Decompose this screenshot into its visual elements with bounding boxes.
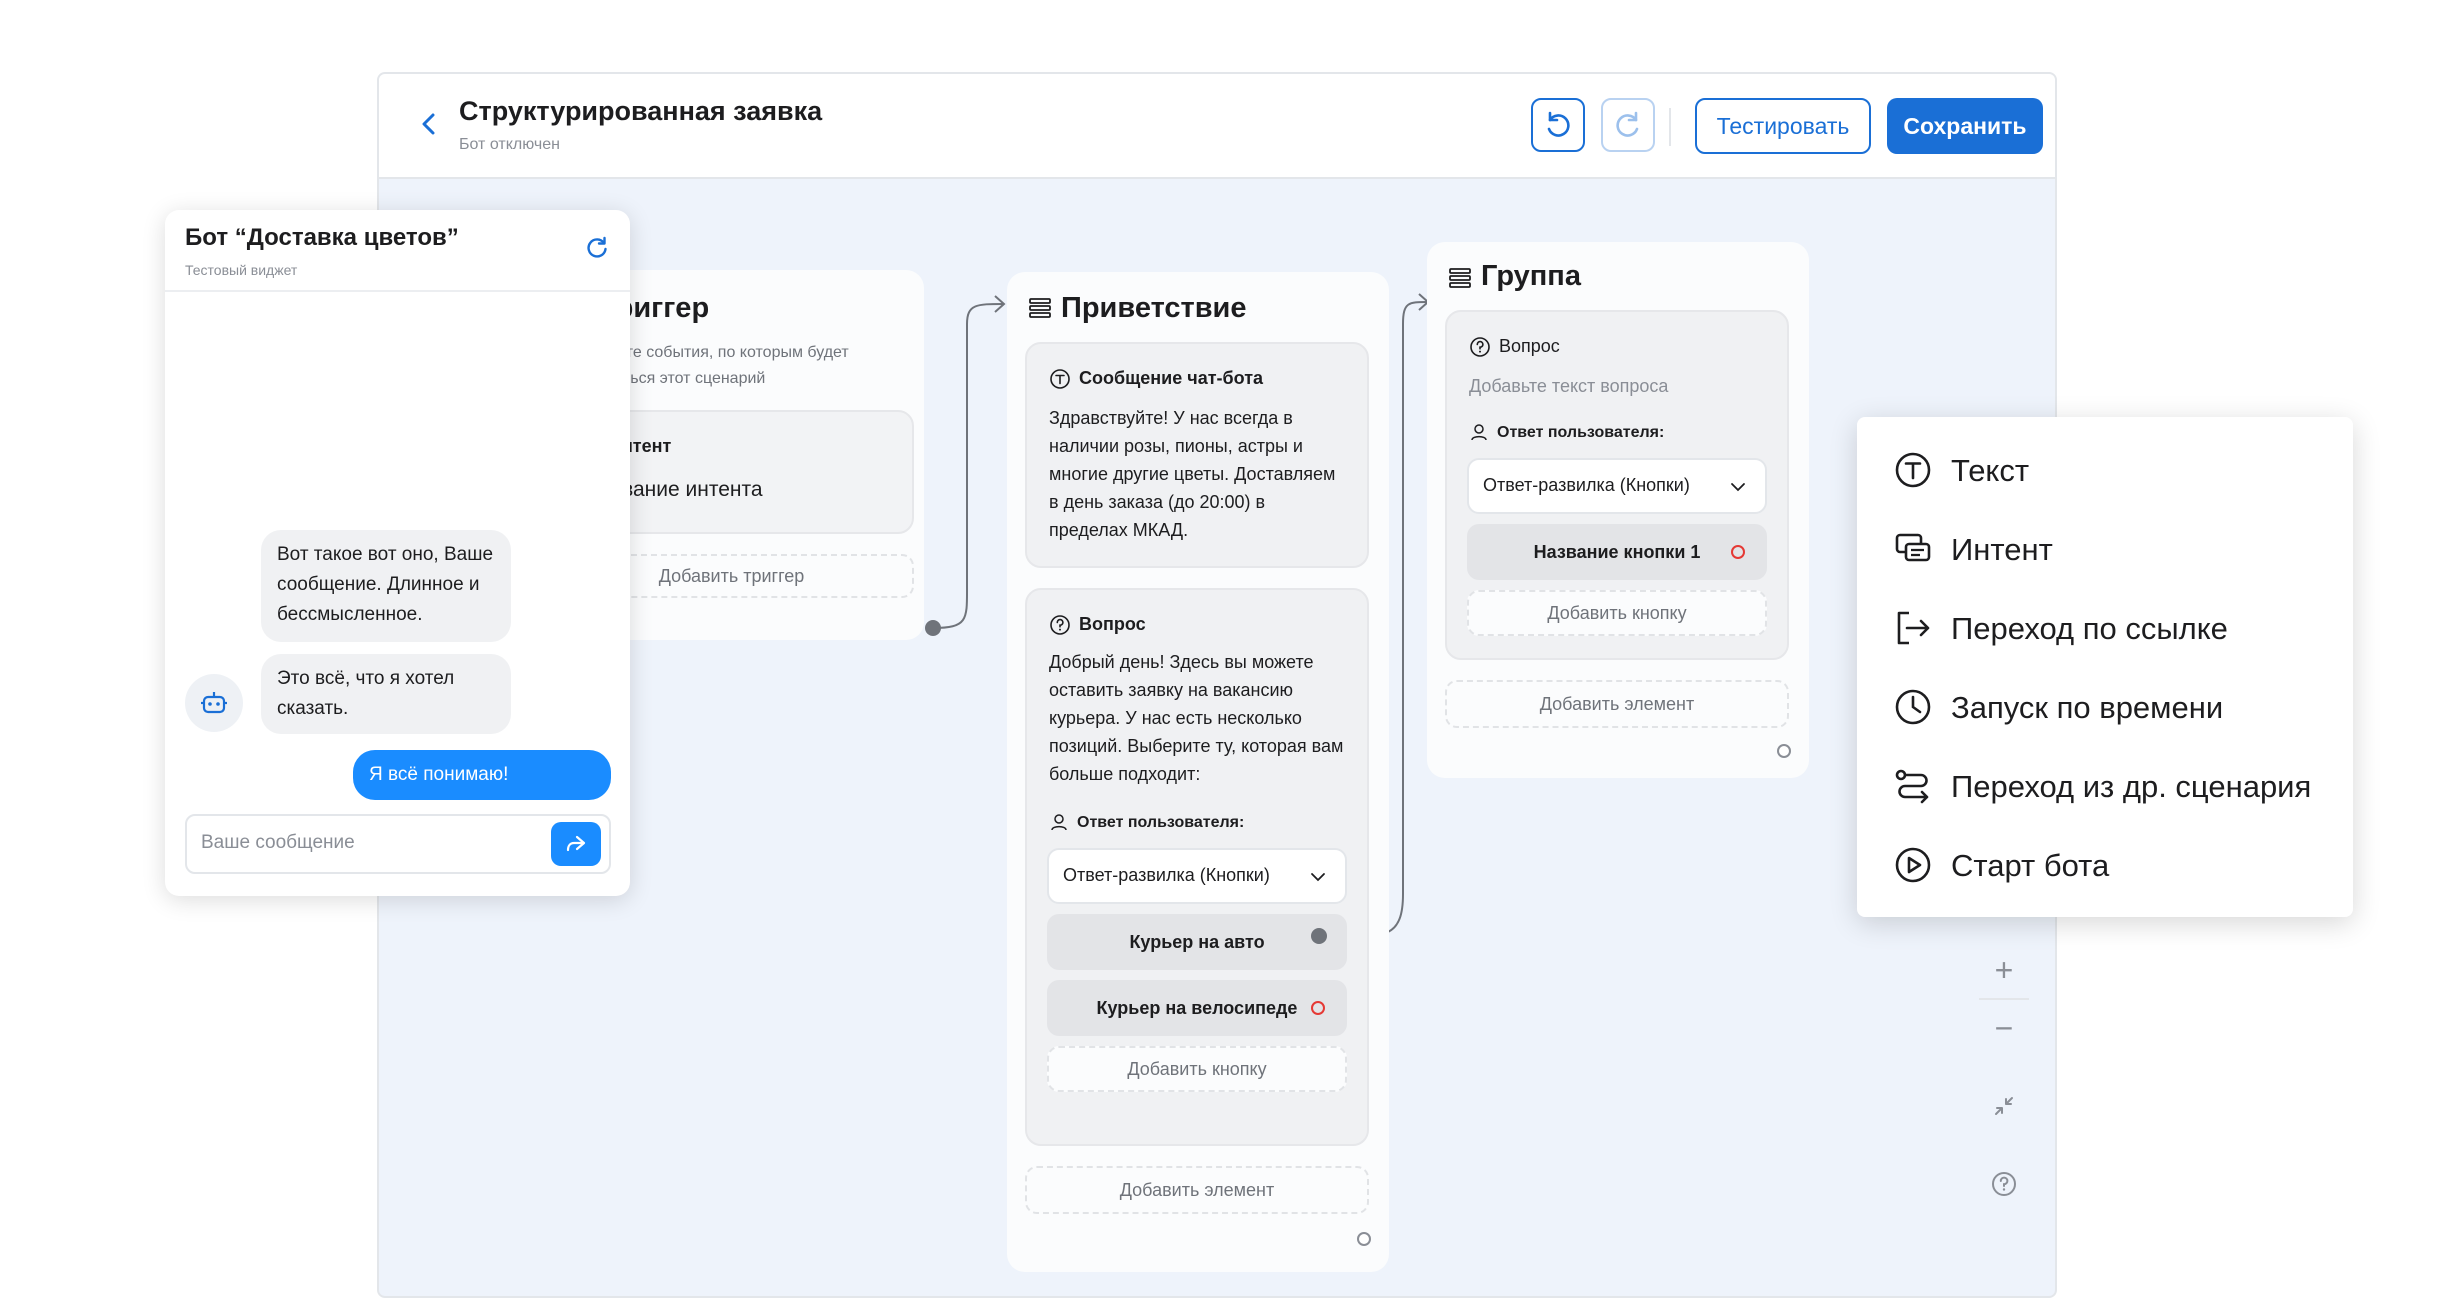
chat-title: Бот “Доставка цветов” (185, 224, 459, 251)
trigger-node[interactable]: Триггер ерите события, по которым будет … (549, 270, 924, 640)
route-icon (1895, 769, 1929, 804)
refresh-icon[interactable] (583, 234, 611, 262)
question-line: больше подходит: (1049, 764, 1201, 784)
bot-message-bubble: Это всё, что я хотел сказать. (261, 654, 511, 734)
zoom-in-button[interactable]: + (1971, 942, 2037, 998)
answer-type-value: Ответ-развилка (Кнопки) (1063, 865, 1270, 885)
user-message-bubble: Я всё понимаю! Спасибо. (353, 750, 611, 835)
add-element-menu: Текст Интент Переход по ссылке Запуск по… (1857, 417, 2353, 917)
menu-item-bot-start[interactable]: Старт бота (1893, 840, 2333, 890)
answer-type-select[interactable]: Ответ-развилка (Кнопки) (1467, 458, 1767, 514)
message-line: многие другие цветы. Доставляем (1049, 464, 1336, 484)
add-button-button[interactable]: Добавить кнопку (1047, 1046, 1347, 1092)
answer-button-label: Название кнопки 1 (1533, 542, 1701, 562)
group-question-label: Вопрос (1499, 336, 1560, 356)
message-line: наличии розы, пионы, астры и (1049, 436, 1303, 456)
node-output-port[interactable] (1357, 1232, 1371, 1246)
text-icon (1050, 369, 1070, 389)
add-button-button[interactable]: Добавить кнопку (1467, 590, 1767, 636)
menu-item-label: Старт бота (1951, 848, 2110, 883)
chat-header-divider (165, 290, 630, 292)
menu-item-link-exit[interactable]: Переход по ссылке (1893, 603, 2333, 653)
greeting-node[interactable]: Приветствие Сообщение чат-бота Здравству… (1007, 272, 1389, 1272)
answer-button-courier-bike[interactable]: Курьер на велосипеде (1047, 980, 1347, 1036)
menu-item-label: Переход из др. сценария (1951, 769, 2312, 804)
answer-button-1[interactable]: Название кнопки 1 (1467, 524, 1767, 580)
menu-item-schedule[interactable]: Запуск по времени (1893, 682, 2333, 732)
send-icon (566, 835, 586, 852)
send-button[interactable] (551, 822, 601, 866)
question-text-placeholder[interactable]: Добавьте текст вопроса (1469, 372, 1668, 400)
group-title: Группа (1481, 260, 1581, 292)
answer-type-value: Ответ-развилка (Кнопки) (1483, 475, 1690, 495)
message-line: в день заказа (до 20:00) в (1049, 492, 1266, 512)
group-node[interactable]: Группа Вопрос Добавьте текст вопроса Отв… (1427, 242, 1809, 778)
zoom-out-button[interactable]: − (1971, 1000, 2037, 1056)
node-output-port[interactable] (1777, 744, 1791, 758)
bot-message-card[interactable]: Сообщение чат-бота Здравствуйте! У нас в… (1025, 342, 1369, 568)
chat-widget: Бот “Доставка цветов” Тестовый виджет Во… (165, 210, 630, 896)
answer-type-select[interactable]: Ответ-развилка (Кнопки) (1047, 848, 1347, 904)
courier-car-output-port[interactable] (1311, 928, 1327, 944)
trigger-description-line1: ерите события, по которым будет (599, 344, 849, 361)
question-icon (1470, 337, 1490, 357)
question-label: Вопрос (1079, 614, 1146, 634)
user-icon (1471, 424, 1487, 441)
question-line: оставить заявку на вакансию (1049, 680, 1294, 700)
chat-input-placeholder: Ваше сообщение (201, 832, 355, 853)
question-line: позиций. Выберите ту, которая вам (1049, 736, 1344, 756)
zoom-controls: + − (1971, 942, 2037, 1225)
menu-item-label: Запуск по времени (1951, 690, 2224, 725)
link-exit-icon (1897, 611, 1930, 645)
chat-subtitle: Тестовый виджет (185, 262, 298, 278)
question-line: курьера. У нас есть несколько (1049, 708, 1302, 728)
bot-avatar (185, 674, 243, 732)
answer-label: Ответ пользователя: (1077, 814, 1245, 831)
add-element-button[interactable]: Добавить элемент (1445, 680, 1789, 728)
user-icon (1051, 814, 1067, 831)
answer-button-label: Курьер на авто (1129, 932, 1265, 952)
bot-message-bubble: Вот такое вот оно, Ваше сообщение. Длинн… (261, 530, 511, 642)
menu-item-label: Переход по ссылке (1951, 611, 2228, 646)
message-line: пределах МКАД. (1049, 520, 1189, 540)
intent-icon (1895, 533, 1931, 562)
clock-icon (1895, 689, 1931, 725)
bot-message-label: Сообщение чат-бота (1079, 368, 1264, 388)
menu-item-from-scenario[interactable]: Переход из др. сценария (1893, 761, 2333, 811)
question-icon (1050, 615, 1070, 635)
add-element-button[interactable]: Добавить элемент (1025, 1166, 1369, 1214)
text-icon (1895, 452, 1931, 488)
answer-button-courier-car[interactable]: Курьер на авто (1047, 914, 1347, 970)
unconnected-port[interactable] (1311, 1001, 1325, 1015)
chevron-down-icon (1311, 873, 1325, 882)
unconnected-port[interactable] (1731, 545, 1745, 559)
message-line: Здравствуйте! У нас всегда в (1049, 408, 1293, 428)
greeting-title: Приветствие (1061, 292, 1247, 324)
play-icon (1895, 847, 1931, 883)
fit-view-button[interactable] (1971, 1078, 2037, 1134)
menu-item-text[interactable]: Текст (1893, 445, 2333, 495)
answer-button-label: Курьер на велосипеде (1096, 998, 1298, 1018)
trigger-output-port[interactable] (925, 620, 941, 636)
robot-icon (201, 692, 227, 714)
answer-label: Ответ пользователя: (1497, 424, 1665, 441)
menu-item-intent[interactable]: Интент (1893, 524, 2333, 574)
question-line: Добрый день! Здесь вы можете (1049, 652, 1314, 672)
collapse-arrows-icon (1995, 1097, 2013, 1115)
list-icon (1449, 268, 1471, 288)
question-card[interactable]: Вопрос Добрый день! Здесь вы можете оста… (1025, 588, 1369, 1146)
group-question-card[interactable]: Вопрос Добавьте текст вопроса Ответ поль… (1445, 310, 1789, 660)
chevron-down-icon (1731, 483, 1745, 492)
chat-input[interactable]: Ваше сообщение (185, 814, 611, 874)
help-button[interactable] (1971, 1156, 2037, 1212)
help-icon (1992, 1172, 2016, 1196)
menu-item-label: Текст (1951, 453, 2030, 488)
list-icon (1029, 298, 1051, 318)
menu-item-label: Интент (1951, 532, 2053, 567)
